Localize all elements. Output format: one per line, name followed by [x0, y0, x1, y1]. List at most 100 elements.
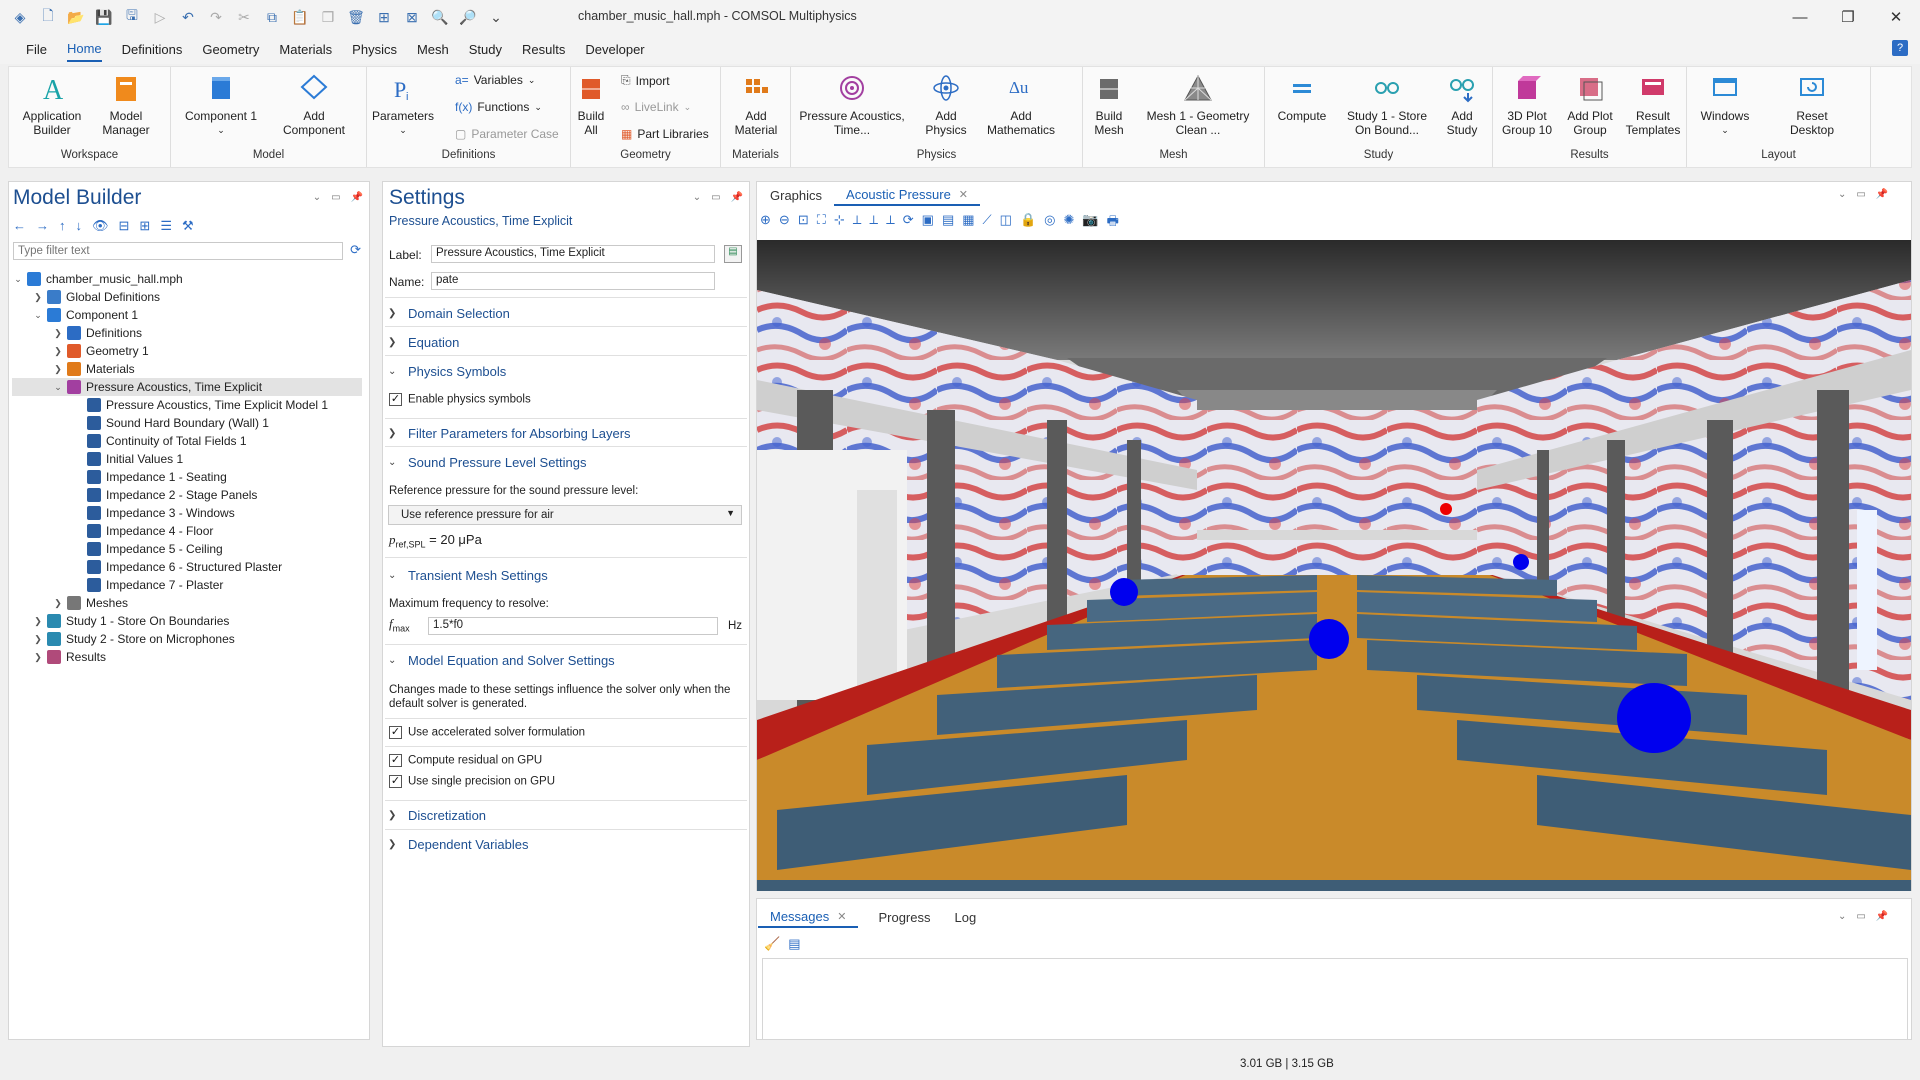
section-equation[interactable]: ❯ Equation [388, 335, 748, 350]
section-dependent-variables[interactable]: ❯ Dependent Variables [388, 837, 748, 852]
zoom-in-icon[interactable]: ⊕ [760, 212, 771, 234]
part-libraries-button[interactable]: ▦ Part Libraries [621, 127, 709, 141]
tree-item[interactable]: Pressure Acoustics, Time Explicit Model … [12, 396, 362, 414]
minimize-panel-icon[interactable]: ▭ [711, 192, 720, 203]
chevron-down-icon[interactable]: ⌄ [12, 270, 24, 288]
minimize-panel-icon[interactable]: ▭ [1856, 911, 1865, 922]
tree-item[interactable]: ❯ Geometry 1 [12, 342, 362, 360]
find-icon[interactable]: 🔍 [426, 3, 454, 31]
menu-definitions[interactable]: Definitions [122, 38, 183, 61]
add-physics-button[interactable]: Add Physics [921, 71, 971, 137]
livelink-button[interactable]: ∞ LiveLink ⌄ [621, 100, 691, 114]
tree-filter-input[interactable] [13, 242, 343, 260]
tree-item[interactable]: Impedance 2 - Stage Panels [12, 486, 362, 504]
parameter-case-button[interactable]: ▢ Parameter Case [455, 127, 559, 141]
section-filter-parameters[interactable]: ❯ Filter Parameters for Absorbing Layers [388, 426, 748, 441]
select-edge-icon[interactable]: ⟋ [983, 212, 992, 234]
label-field[interactable]: Pressure Acoustics, Time Explicit [431, 245, 715, 263]
customize-icon[interactable]: ⌄ [482, 3, 510, 31]
cut-icon[interactable]: ✂ [230, 3, 258, 31]
forward-icon[interactable]: → [36, 218, 49, 234]
tree-item[interactable]: Impedance 6 - Structured Plaster [12, 558, 362, 576]
tree-item[interactable]: ❯ Global Definitions [12, 288, 362, 306]
study1-button[interactable]: Study 1 - Store On Bound... [1343, 71, 1431, 137]
tree-item[interactable]: ❯ Study 1 - Store On Boundaries [12, 612, 362, 630]
refresh-icon[interactable]: ⟳ [350, 242, 361, 258]
menu-materials[interactable]: Materials [279, 38, 332, 61]
back-icon[interactable]: ← [13, 218, 26, 234]
restore-button[interactable]: ❐ [1824, 0, 1872, 34]
tree-item[interactable]: ⌄ chamber_music_hall.mph [12, 270, 362, 288]
chevron-down-icon[interactable]: ⌄ [1838, 189, 1846, 200]
result-templates-button[interactable]: Result Templates [1623, 71, 1683, 137]
tab-log[interactable]: Log [943, 906, 989, 928]
add-material-button[interactable]: Add Material [727, 71, 785, 137]
close-tab-icon[interactable]: ✕ [959, 188, 968, 201]
show-icon[interactable]: 👁 [92, 218, 109, 234]
menu-developer[interactable]: Developer [585, 38, 644, 61]
tab-messages[interactable]: Messages ✕ [758, 906, 859, 928]
select-boundary-icon[interactable]: ▦ [962, 212, 974, 234]
pin-icon[interactable]: 📌 [1876, 189, 1888, 200]
section-model-equation[interactable]: ⌄ Model Equation and Solver Settings [388, 653, 748, 668]
menu-file[interactable]: File [26, 38, 47, 61]
view-options-icon[interactable]: ☰ [160, 218, 172, 234]
save-as-icon[interactable]: 🖫 [118, 3, 146, 31]
paste-icon[interactable]: 📋 [286, 3, 314, 31]
functions-button[interactable]: f(x) Functions ⌄ [455, 100, 542, 114]
zoom-extents-icon[interactable]: ⛶ [817, 212, 826, 234]
component-button[interactable]: Component 1 ⌄ [183, 71, 259, 137]
checkbox-icon[interactable]: ✓ [389, 393, 402, 406]
single-precision-checkbox[interactable]: ✓ Use single precision on GPU [389, 775, 555, 788]
save-icon[interactable]: 💾 [90, 3, 118, 31]
tree-item[interactable]: ⌄ Component 1 [12, 306, 362, 324]
chevron-right-icon[interactable]: ❯ [52, 342, 64, 360]
collapse-icon[interactable]: ⊟ [119, 218, 130, 234]
axes-icon[interactable]: ⊹ [834, 212, 845, 234]
copy-icon[interactable]: ⧉ [258, 3, 286, 31]
chevron-right-icon[interactable]: ❯ [32, 630, 44, 648]
app-icon[interactable]: ◈ [6, 3, 34, 31]
view-xy-icon[interactable]: ⟂ [853, 212, 862, 234]
checkbox-icon[interactable]: ✓ [389, 754, 402, 767]
tree-item[interactable]: Impedance 1 - Seating [12, 468, 362, 486]
duplicate-icon[interactable]: ❐ [314, 3, 342, 31]
tree-item[interactable]: Impedance 5 - Ceiling [12, 540, 362, 558]
hide-icon[interactable]: ◎ [1044, 212, 1055, 234]
move-down-icon[interactable]: ↓ [76, 218, 83, 234]
tree-item[interactable]: ❯ Definitions [12, 324, 362, 342]
chevron-right-icon[interactable]: ❯ [32, 612, 44, 630]
menu-geometry[interactable]: Geometry [202, 38, 259, 61]
rotate-icon[interactable]: ⟳ [903, 212, 914, 234]
menu-mesh[interactable]: Mesh [417, 38, 449, 61]
minimize-panel-icon[interactable]: ▭ [331, 192, 340, 203]
residual-gpu-checkbox[interactable]: ✓ Compute residual on GPU [389, 754, 542, 767]
import-button[interactable]: ⎘ Import [621, 73, 670, 88]
3d-plot-group-button[interactable]: 3D Plot Group 10 [1495, 71, 1559, 137]
deselect-icon[interactable]: ⊠ [398, 3, 426, 31]
move-up-icon[interactable]: ↑ [59, 218, 66, 234]
pin-icon[interactable]: 📌 [731, 192, 743, 203]
run-icon[interactable]: ▷ [146, 3, 174, 31]
new-icon[interactable]: 🗋 [34, 3, 62, 31]
select-box-icon[interactable]: ▣ [922, 212, 934, 234]
chevron-right-icon[interactable]: ❯ [52, 594, 64, 612]
section-transient-mesh[interactable]: ⌄ Transient Mesh Settings [388, 568, 748, 583]
chevron-right-icon[interactable]: ❯ [32, 648, 44, 666]
menu-study[interactable]: Study [469, 38, 502, 61]
model-manager-button[interactable]: Model Manager [97, 71, 155, 137]
acoustic-pressure-3d-view[interactable] [757, 240, 1911, 891]
expand-icon[interactable]: ⊞ [139, 218, 150, 234]
ref-pressure-select[interactable]: Use reference pressure for air ▼ [388, 505, 742, 525]
reset-desktop-button[interactable]: Reset Desktop [1777, 71, 1847, 137]
chevron-down-icon[interactable]: ⌄ [313, 192, 321, 203]
clear-icon[interactable]: 🧹 [764, 936, 780, 952]
pin-icon[interactable]: 📌 [351, 192, 363, 203]
minimize-button[interactable]: — [1776, 0, 1824, 34]
add-mathematics-button[interactable]: Δu Add Mathematics [981, 71, 1061, 137]
select-all-icon[interactable]: ⊞ [370, 3, 398, 31]
compute-button[interactable]: Compute [1273, 71, 1331, 123]
add-study-button[interactable]: Add Study [1437, 71, 1487, 137]
tree-item[interactable]: ❯ Meshes [12, 594, 362, 612]
tree-item[interactable]: ⌄ Pressure Acoustics, Time Explicit [12, 378, 362, 396]
